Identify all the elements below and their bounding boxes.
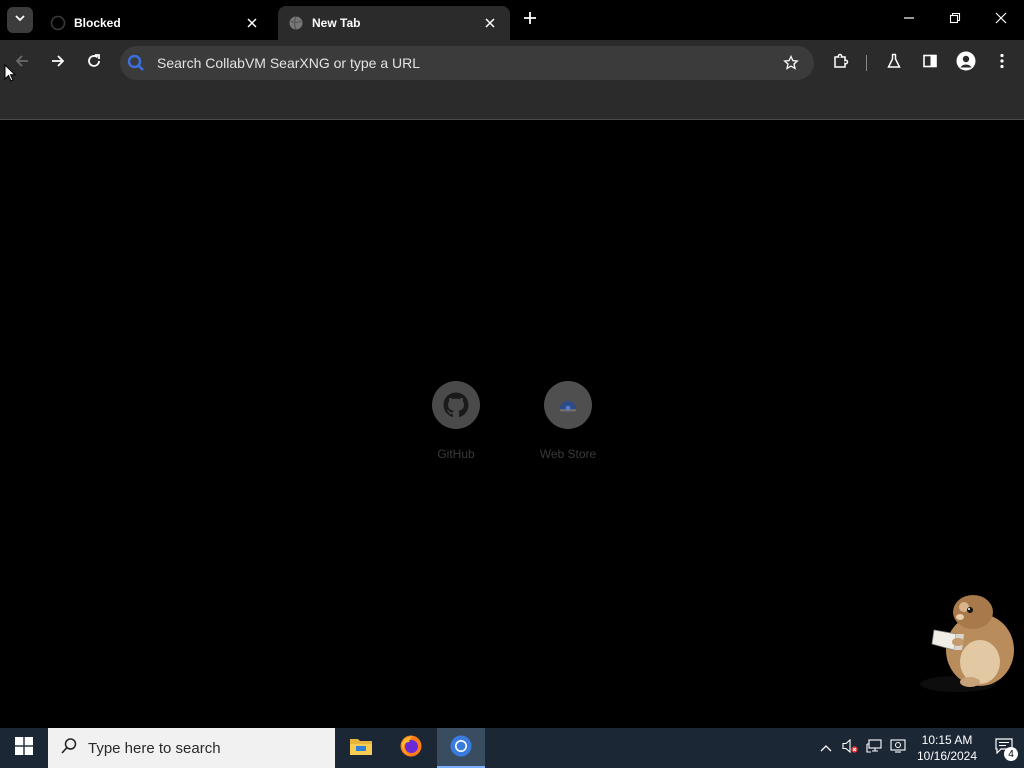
tab-title: New Tab [312, 16, 361, 30]
arrow-left-icon [14, 53, 30, 74]
taskbar-search-box[interactable] [48, 728, 335, 768]
bookmark-star-icon[interactable] [776, 48, 806, 78]
url-input[interactable] [157, 55, 776, 71]
chevron-up-icon [820, 739, 832, 757]
new-tab-button[interactable] [518, 8, 542, 32]
browser-toolbar [0, 40, 1024, 86]
taskbar: 10:15 AM 10/16/2024 4 [0, 728, 1024, 768]
reload-icon [86, 53, 102, 74]
shortcut-label: Web Store [539, 447, 597, 461]
taskbar-search-input[interactable] [88, 739, 308, 757]
side-panel-button[interactable] [915, 48, 945, 78]
profile-avatar-icon [956, 51, 976, 76]
labs-button[interactable] [879, 48, 909, 78]
mouse-cursor-icon [4, 63, 17, 82]
kebab-menu-icon [1000, 53, 1004, 74]
reload-button[interactable] [79, 48, 109, 78]
clock-time: 10:15 AM [921, 733, 973, 747]
notification-count-badge: 4 [1004, 747, 1018, 761]
network-icon [866, 738, 882, 759]
clock-date: 10/16/2024 [916, 749, 978, 763]
side-panel-icon [922, 53, 938, 74]
flask-icon [886, 53, 902, 74]
network-button[interactable] [862, 728, 886, 768]
show-hidden-icons-button[interactable] [814, 728, 838, 768]
tab-title: Blocked [74, 16, 121, 30]
search-icon [60, 737, 78, 760]
taskbar-chrome[interactable] [437, 728, 485, 768]
search-engine-icon [125, 52, 147, 74]
profile-button[interactable] [951, 48, 981, 78]
system-tray: 10:15 AM 10/16/2024 4 [814, 728, 1024, 768]
shortcut-web-store[interactable]: Web Store [518, 381, 618, 461]
arrow-right-icon [50, 53, 66, 74]
start-button[interactable] [0, 728, 48, 768]
windows-logo-icon [15, 736, 33, 760]
shortcut-label: GitHub [437, 447, 475, 461]
extensions-button[interactable] [826, 48, 856, 78]
globe-icon [288, 15, 304, 31]
screen: Blocked New Tab Search CollabVM SearXNG … [0, 0, 1024, 768]
tab-blocked[interactable]: Blocked [40, 6, 272, 40]
firefox-icon [399, 734, 423, 763]
plus-icon [523, 11, 537, 30]
close-tab-icon[interactable] [242, 13, 262, 33]
toolbar-separator [866, 55, 867, 71]
close-icon [995, 11, 1007, 29]
minimize-icon [903, 11, 915, 29]
action-center-button[interactable]: 4 [984, 728, 1024, 768]
close-window-button[interactable] [978, 0, 1024, 40]
tab-new-tab[interactable]: New Tab [278, 6, 510, 40]
taskbar-file-explorer[interactable] [337, 728, 385, 768]
display-icon [890, 738, 906, 759]
github-icon [50, 15, 66, 31]
volume-muted-icon [842, 738, 858, 759]
file-explorer-icon [349, 736, 373, 761]
volume-button[interactable] [838, 728, 862, 768]
new-tab-page: GitHub Web Store [0, 121, 1024, 728]
restore-button[interactable] [932, 0, 978, 40]
tab-search-button[interactable] [7, 7, 33, 33]
taskbar-clock[interactable]: 10:15 AM 10/16/2024 [914, 732, 980, 764]
puzzle-icon [832, 52, 850, 75]
chevron-down-icon [14, 11, 26, 29]
taskbar-firefox[interactable] [387, 728, 435, 768]
minimize-button[interactable] [886, 0, 932, 40]
tab-strip: Blocked New Tab [0, 0, 1024, 40]
bookmarks-bar [0, 86, 1024, 120]
webstore-icon [544, 381, 592, 429]
restore-icon [949, 11, 961, 29]
close-tab-icon[interactable] [480, 13, 500, 33]
forward-button[interactable] [43, 48, 73, 78]
address-bar[interactable] [120, 46, 814, 80]
hamster-reading-image [918, 590, 1018, 694]
github-icon [432, 381, 480, 429]
menu-button[interactable] [987, 48, 1017, 78]
display-button[interactable] [886, 728, 910, 768]
chrome-icon [449, 734, 473, 763]
shortcut-github[interactable]: GitHub [406, 381, 506, 461]
